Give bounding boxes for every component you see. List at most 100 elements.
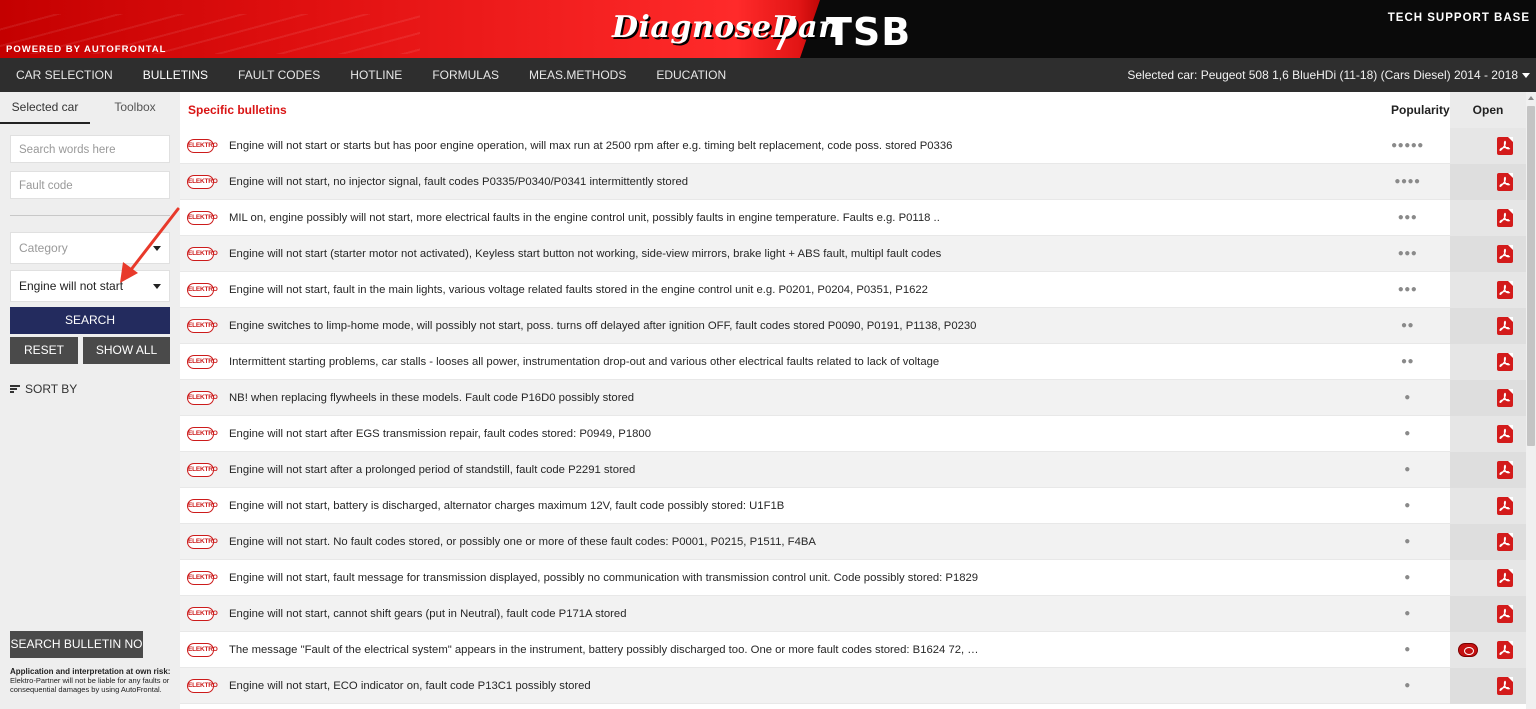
open-cell [1450,488,1526,524]
scrollbar[interactable] [1526,92,1536,709]
main-nav: CAR SELECTION BULLETINS FAULT CODES HOTL… [0,58,1536,92]
open-cell [1450,452,1526,488]
scroll-up-icon[interactable] [1528,96,1534,100]
caret-down-icon [1522,73,1530,79]
pdf-icon[interactable] [1497,641,1513,659]
elektro-badge-icon: ELEKTRO [187,679,218,693]
tab-education[interactable]: EDUCATION [641,58,741,92]
elektro-badge-icon: ELEKTRO [187,571,218,585]
powered-by-label: POWERED BY AUTOFRONTAL [6,44,167,55]
pdf-icon[interactable] [1497,245,1513,263]
subcategory-select[interactable]: Engine will not start [10,270,170,302]
search-bulletin-no-button[interactable]: SEARCH BULLETIN NO [10,631,143,658]
table-row[interactable]: ELEKTRO Engine will not start after a pro… [180,452,1526,488]
bulletin-title[interactable]: Engine will not start (starter motor not… [229,236,1339,272]
pdf-icon[interactable] [1497,209,1513,227]
bulletin-title[interactable]: MIL on, engine possibly will not start, … [229,200,1339,236]
pdf-icon[interactable] [1497,317,1513,335]
table-row[interactable]: ELEKTRO Engine will not start, fault mess… [180,560,1526,596]
sort-by-control[interactable]: SORT BY [10,382,77,396]
bulletin-title[interactable]: Engine will not start, battery is discha… [229,488,1339,524]
elektro-badge-icon: ELEKTRO [187,139,218,153]
info-icon[interactable] [1458,643,1478,657]
bulletin-title[interactable]: Engine will not start, cannot shift gear… [229,596,1339,632]
bulletin-title[interactable]: Engine switches to limp-home mode, will … [229,308,1339,344]
sort-by-label: SORT BY [25,382,78,396]
open-cell [1450,200,1526,236]
tab-meas-methods[interactable]: MEAS.METHODS [514,58,641,92]
table-row[interactable]: ELEKTRO Engine will not start. No fault c… [180,524,1526,560]
table-row[interactable]: ELEKTRO Engine will not start after EGS t… [180,416,1526,452]
table-row[interactable]: ELEKTRO MIL on, engine possibly will not … [180,200,1526,236]
popularity-rating: ● [1404,500,1411,511]
table-row[interactable]: ELEKTRO Engine will not start, no injecto… [180,164,1526,200]
sidebar: Selected car Toolbox Search words here F… [0,92,180,709]
pdf-icon[interactable] [1497,137,1513,155]
sidebar-tab-selected-car[interactable]: Selected car [0,92,90,124]
search-input[interactable]: Search words here [10,135,170,163]
table-row[interactable]: ELEKTRO Engine will not start, ECO indica… [180,668,1526,704]
reset-button[interactable]: RESET [10,337,78,364]
bulletin-title[interactable]: Engine will not start, fault in the main… [229,272,1339,308]
show-all-button[interactable]: SHOW ALL [83,337,170,364]
tab-car-selection[interactable]: CAR SELECTION [0,58,128,92]
sidebar-tabs: Selected car Toolbox [0,92,180,124]
bulletin-title[interactable]: Engine will not start, fault message for… [229,560,1339,596]
bulletin-title[interactable]: Engine will not start, no injector signa… [229,164,1339,200]
pdf-icon[interactable] [1497,605,1513,623]
pdf-icon[interactable] [1497,569,1513,587]
pdf-icon[interactable] [1497,497,1513,515]
tab-formulas[interactable]: FORMULAS [417,58,514,92]
subcategory-select-label: Engine will not start [19,279,124,293]
table-row[interactable]: ELEKTRO Engine will not start, cannot shi… [180,596,1526,632]
open-cell [1450,128,1526,164]
tab-bulletins[interactable]: BULLETINS [128,58,223,92]
table-row[interactable]: ELEKTRO Engine will not start or starts b… [180,128,1526,164]
pdf-icon[interactable] [1497,425,1513,443]
table-row[interactable]: ELEKTRO The message "Fault of the electri… [180,632,1526,668]
pdf-icon[interactable] [1497,389,1513,407]
bulletin-title[interactable]: The message "Fault of the electrical sys… [229,632,1339,668]
table-row[interactable]: ELEKTRO Engine will not start, fault in t… [180,272,1526,308]
scrollbar-thumb[interactable] [1527,106,1535,446]
bulletin-title[interactable]: Engine will not start, ECO indicator on,… [229,668,1339,704]
open-cell [1450,344,1526,380]
popularity-rating: ● [1404,572,1411,583]
bulletin-title[interactable]: Intermittent starting problems, car stal… [229,344,1339,380]
bulletin-title[interactable]: NB! when replacing flywheels in these mo… [229,380,1339,416]
fault-code-input[interactable]: Fault code [10,171,170,199]
bulletin-title[interactable]: Engine will not start after EGS transmis… [229,416,1339,452]
elektro-badge-icon: ELEKTRO [187,643,218,657]
bulletin-title[interactable]: Engine will not start after a prolonged … [229,452,1339,488]
tab-hotline[interactable]: HOTLINE [335,58,417,92]
pdf-icon[interactable] [1497,281,1513,299]
table-row[interactable]: ELEKTRO Engine switches to limp-home mode… [180,308,1526,344]
category-select-label: Category [19,241,68,255]
table-row[interactable]: ELEKTRO NB! when replacing flywheels in t… [180,380,1526,416]
pdf-icon[interactable] [1497,533,1513,551]
tab-fault-codes[interactable]: FAULT CODES [223,58,335,92]
table-row[interactable]: ELEKTRO Engine will not start, battery is… [180,488,1526,524]
column-header-popularity[interactable]: Popularity [1391,103,1450,117]
pdf-icon[interactable] [1497,173,1513,191]
elektro-badge-icon: ELEKTRO [187,463,218,477]
popularity-rating: ● [1404,428,1411,439]
open-cell [1450,236,1526,272]
divider [10,215,170,216]
bulletin-title[interactable]: Engine will not start. No fault codes st… [229,524,1339,560]
open-cell [1450,596,1526,632]
open-cell [1450,632,1526,668]
chevron-down-icon [153,246,161,251]
table-row[interactable]: ELEKTRO Engine will not start (starter mo… [180,236,1526,272]
pdf-icon[interactable] [1497,461,1513,479]
pdf-icon[interactable] [1497,353,1513,371]
category-select[interactable]: Category [10,232,170,264]
pdf-icon[interactable] [1497,677,1513,695]
elektro-badge-icon: ELEKTRO [187,355,218,369]
bulletin-title[interactable]: Engine will not start or starts but has … [229,128,1339,164]
selected-car-dropdown[interactable]: Selected car: Peugeot 508 1,6 BlueHDi (1… [1127,58,1530,92]
table-row[interactable]: ELEKTRO Intermittent starting problems, c… [180,344,1526,380]
search-button[interactable]: SEARCH [10,307,170,334]
sidebar-tab-toolbox[interactable]: Toolbox [90,92,180,124]
chevron-down-icon [153,284,161,289]
